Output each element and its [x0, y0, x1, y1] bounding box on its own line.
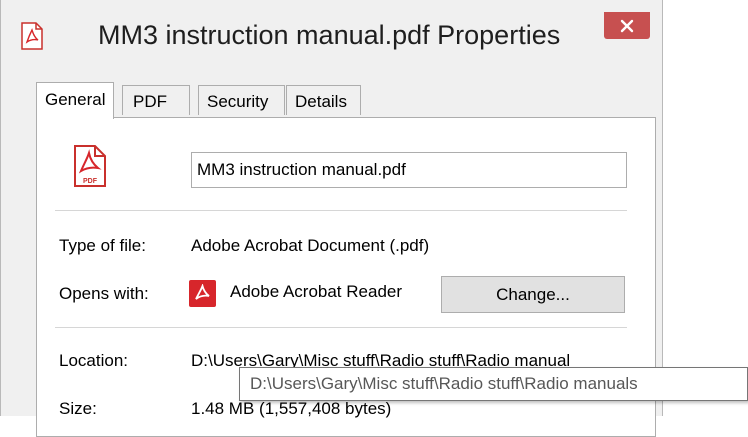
acrobat-reader-icon [189, 280, 216, 307]
size-value: 1.48 MB (1,557,408 bytes) [191, 399, 392, 418]
pdf-document-icon: PDF [74, 145, 106, 187]
type-of-file-label: Type of file: [59, 236, 146, 255]
tab-general[interactable]: General [36, 82, 115, 119]
location-tooltip: D:\Users\Gary\Misc stuff\Radio stuff\Rad… [239, 367, 748, 401]
tab-pdf[interactable]: PDF [122, 85, 190, 115]
location-label: Location: [59, 351, 128, 370]
pdf-badge-text: PDF [83, 178, 98, 185]
close-icon [620, 19, 634, 32]
divider [55, 210, 627, 211]
properties-dialog: MM3 instruction manual.pdf Properties Ge… [0, 0, 663, 437]
title-bar[interactable]: MM3 instruction manual.pdf Properties [1, 0, 662, 78]
opens-with-label: Opens with: [59, 284, 149, 303]
filename-field[interactable]: MM3 instruction manual.pdf [191, 152, 627, 188]
close-button[interactable] [604, 12, 650, 39]
tab-security[interactable]: Security [198, 85, 285, 115]
change-button[interactable]: Change... [441, 276, 625, 313]
divider [55, 327, 627, 328]
size-label: Size: [59, 399, 97, 418]
window-title: MM3 instruction manual.pdf Properties [98, 20, 561, 50]
tab-details[interactable]: Details [286, 85, 361, 115]
tab-strip: General PDF Security Details [36, 82, 656, 119]
pdf-file-icon [21, 22, 43, 50]
type-of-file-value: Adobe Acrobat Document (.pdf) [191, 236, 430, 255]
opens-with-value: Adobe Acrobat Reader [230, 282, 403, 301]
